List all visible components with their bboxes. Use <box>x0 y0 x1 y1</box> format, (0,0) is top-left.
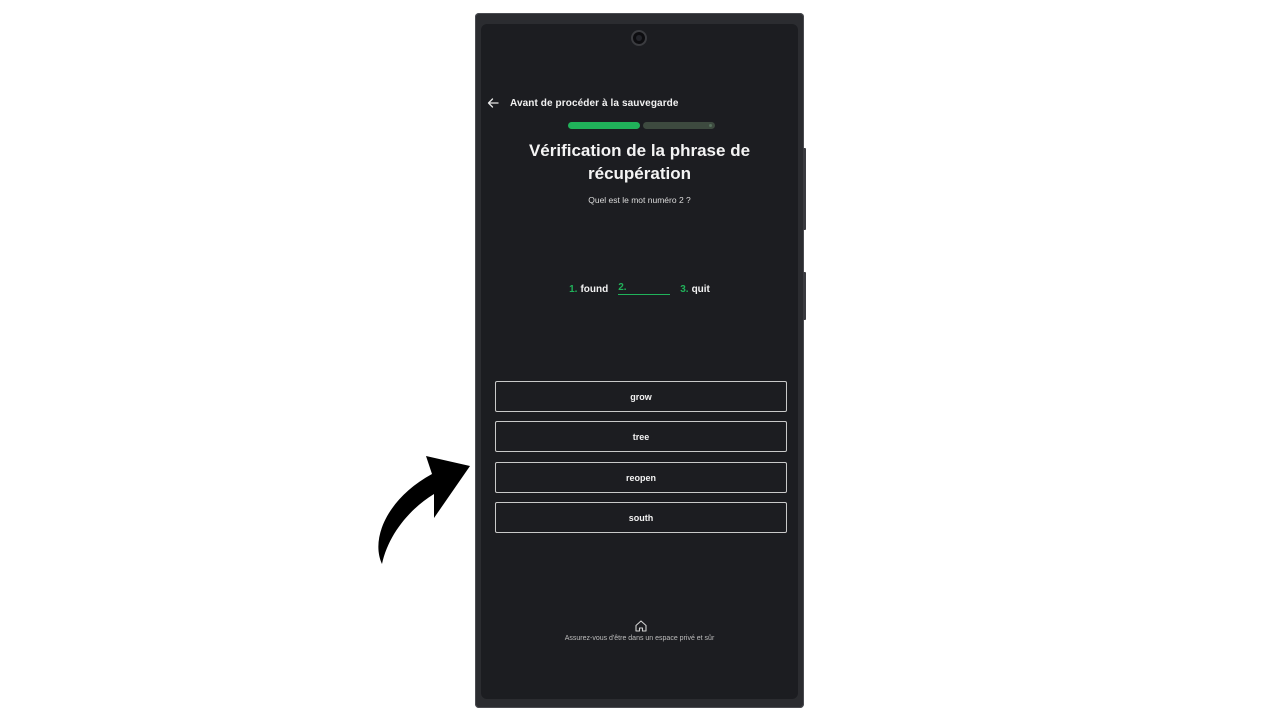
stage: Avant de procéder à la sauvegarde Vérifi… <box>0 0 1280 720</box>
seed-word-number: 2. <box>618 282 627 293</box>
header-title: Avant de procéder à la sauvegarde <box>510 97 679 109</box>
seed-word-3: 3. quit <box>680 284 710 295</box>
option-button-tree[interactable]: tree <box>495 421 787 452</box>
page-title-line-2: récupération <box>588 164 691 183</box>
seed-word-number: 1. <box>569 284 578 295</box>
back-arrow-icon[interactable] <box>486 96 500 110</box>
page-title-line-1: Vérification de la phrase de <box>528 141 751 160</box>
phone-power-button <box>803 272 806 320</box>
option-button-south[interactable]: south <box>495 502 787 533</box>
app-header: Avant de procéder à la sauvegarde <box>486 93 679 113</box>
seed-word-value: found <box>580 284 609 295</box>
seed-word-2-blank: 2. <box>618 282 671 295</box>
home-icon <box>635 620 647 632</box>
seed-word-number: 3. <box>680 284 689 295</box>
seed-word-row: 1. found 2. 3. quit <box>481 282 798 295</box>
option-button-reopen[interactable]: reopen <box>495 462 787 493</box>
pointer-arrow-icon <box>378 456 470 564</box>
question-text: Quel est le mot numéro 2 ? <box>588 195 691 205</box>
progress-step-2 <box>643 122 715 129</box>
seed-word-value: quit <box>691 284 710 295</box>
progress-bar <box>568 122 715 129</box>
footer-safety-note: Assurez-vous d'être dans un espace privé… <box>564 635 715 642</box>
option-button-grow[interactable]: grow <box>495 381 787 412</box>
seed-word-1: 1. found <box>569 284 608 295</box>
page-title: Vérification de la phrase de récupératio… <box>481 139 798 185</box>
progress-step-1 <box>568 122 640 129</box>
camera-icon <box>631 30 647 46</box>
phone-volume-button <box>803 148 806 230</box>
